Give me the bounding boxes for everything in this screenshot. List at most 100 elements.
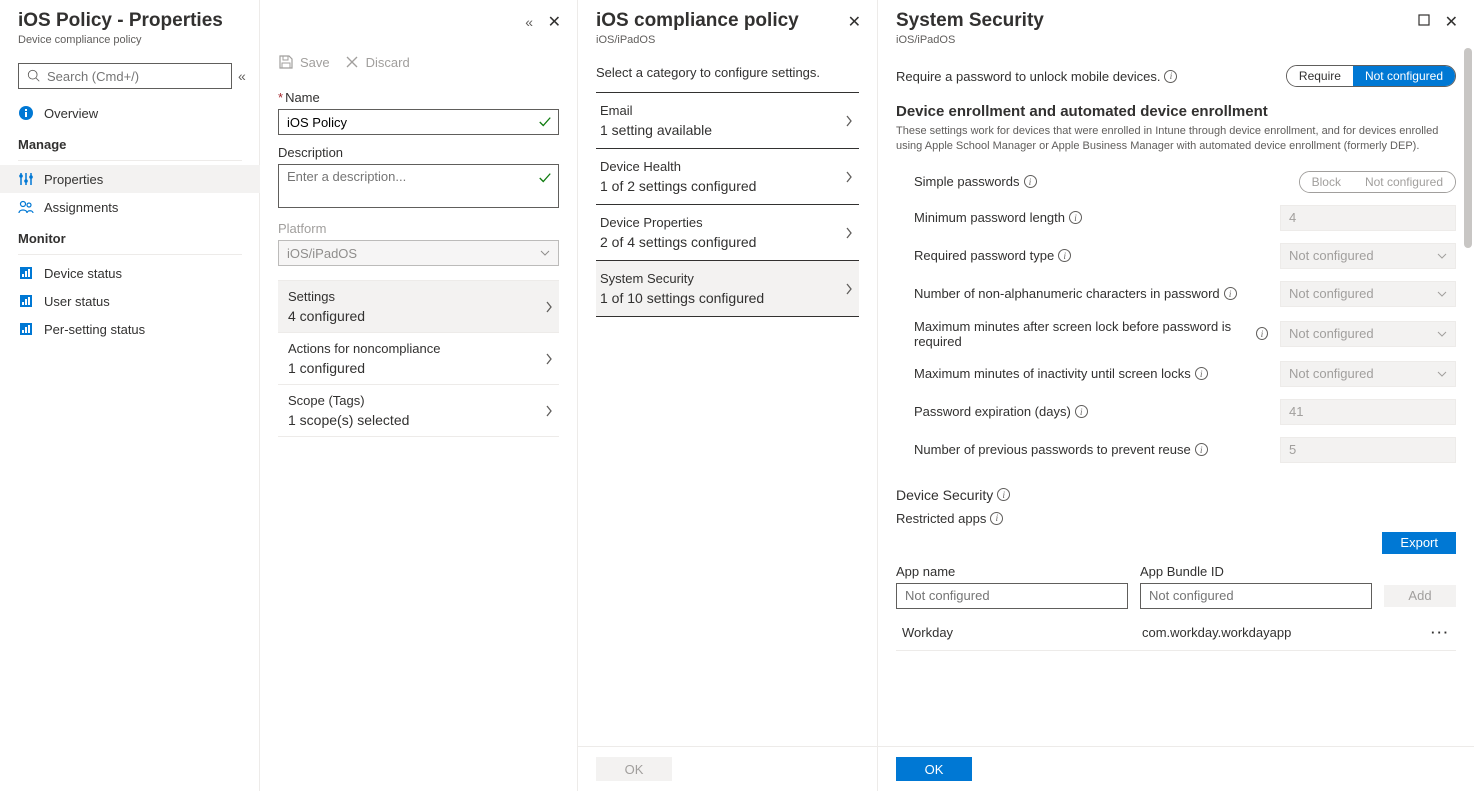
blade3-title: iOS compliance policy (596, 10, 859, 32)
require-password-toggle[interactable]: Require Not configured (1286, 65, 1456, 87)
cat-device-properties[interactable]: Device Properties 2 of 4 settings config… (596, 204, 859, 260)
device-security-heading: Device Securityi (896, 487, 1456, 503)
description-label: Description (278, 145, 559, 160)
cat-health-sub: 1 of 2 settings configured (600, 178, 849, 194)
info-icon[interactable]: i (1195, 367, 1208, 380)
nonalpha-label: Number of non-alphanumeric characters in… (914, 286, 1268, 301)
category-help: Select a category to configure settings. (596, 65, 859, 80)
cat-system-security[interactable]: System Security 1 of 10 settings configu… (596, 260, 859, 317)
platform-select: iOS/iPadOS (278, 240, 559, 266)
nav-section-monitor: Monitor (0, 221, 260, 252)
min-length-label: Minimum password lengthi (914, 210, 1268, 225)
toggle-not-configured[interactable]: Not configured (1353, 66, 1455, 86)
app-row-name: Workday (902, 625, 1142, 640)
prev-pw-label: Number of previous passwords to prevent … (914, 442, 1268, 457)
min-length-value: 4 (1280, 205, 1456, 231)
app-name-input[interactable] (896, 583, 1128, 609)
prev-pw-value: 5 (1280, 437, 1456, 463)
chevron-down-icon (1437, 371, 1447, 377)
add-button[interactable]: Add (1384, 585, 1456, 607)
people-icon (18, 199, 34, 215)
actions-row-sub: 1 configured (288, 360, 549, 376)
export-button[interactable]: Export (1382, 532, 1456, 554)
nav-user-status[interactable]: User status (0, 287, 260, 315)
close-icon[interactable]: ✕ (548, 12, 561, 32)
platform-label: Platform (278, 221, 559, 236)
sliders-icon (18, 171, 34, 187)
search-input[interactable] (18, 63, 232, 89)
cat-props-title: Device Properties (600, 215, 849, 230)
ok-button[interactable]: OK (596, 757, 672, 781)
close-icon[interactable]: ✕ (1445, 12, 1458, 32)
more-icon[interactable]: ··· (1431, 625, 1450, 640)
simple-passwords-label: Simple passwordsi (914, 174, 1287, 189)
blade-collapse-icon[interactable]: « (525, 14, 533, 30)
chevron-right-icon (545, 405, 553, 417)
nav-assignments[interactable]: Assignments (0, 193, 260, 221)
toggle-require[interactable]: Require (1287, 66, 1353, 86)
info-icon[interactable]: i (1058, 249, 1071, 262)
name-input[interactable] (278, 109, 559, 135)
nav-device-status[interactable]: Device status (0, 259, 260, 287)
require-password-label: Require a password to unlock mobile devi… (896, 69, 1274, 84)
nav-device-status-label: Device status (44, 266, 122, 281)
blade3-subtitle: iOS/iPadOS (596, 34, 859, 46)
max-after-lock-select: Not configured (1280, 321, 1456, 347)
nav-assignments-label: Assignments (44, 200, 118, 215)
info-icon[interactable]: i (1195, 443, 1208, 456)
scrollbar[interactable] (1464, 48, 1472, 248)
pw-expiration-value: 41 (1280, 399, 1456, 425)
nav-overview-label: Overview (44, 106, 98, 121)
simple-passwords-toggle: Block Not configured (1299, 171, 1456, 193)
save-button[interactable]: Save (278, 54, 330, 70)
actions-row[interactable]: Actions for noncompliance 1 configured (278, 332, 559, 384)
info-icon[interactable]: i (1024, 175, 1037, 188)
settings-row-sub: 4 configured (288, 308, 549, 324)
info-icon[interactable]: i (1224, 287, 1237, 300)
max-inactive-label: Maximum minutes of inactivity until scre… (914, 366, 1268, 381)
cat-device-health[interactable]: Device Health 1 of 2 settings configured (596, 148, 859, 204)
divider (18, 160, 242, 161)
chevron-right-icon (845, 171, 853, 183)
info-icon[interactable]: i (1069, 211, 1082, 224)
scope-row[interactable]: Scope (Tags) 1 scope(s) selected (278, 384, 559, 437)
nav-per-setting-status[interactable]: Per-setting status (0, 315, 260, 343)
info-icon[interactable]: i (1075, 405, 1088, 418)
required-type-select: Not configured (1280, 243, 1456, 269)
bundle-id-input[interactable] (1140, 583, 1372, 609)
discard-icon (344, 54, 360, 70)
name-label: Name (278, 90, 559, 105)
scope-row-sub: 1 scope(s) selected (288, 412, 549, 428)
toggle-not-configured: Not configured (1353, 172, 1455, 192)
chevron-right-icon (845, 115, 853, 127)
max-inactive-select: Not configured (1280, 361, 1456, 387)
info-icon[interactable]: i (990, 512, 1003, 525)
settings-row[interactable]: Settings 4 configured (278, 280, 559, 332)
info-icon[interactable]: i (1164, 70, 1177, 83)
info-icon[interactable]: i (1256, 327, 1268, 340)
discard-label: Discard (366, 55, 410, 70)
nav-collapse-toggle[interactable]: « (238, 68, 246, 84)
nav-properties[interactable]: Properties (0, 165, 260, 193)
ok-button[interactable]: OK (896, 757, 972, 781)
close-icon[interactable]: ✕ (848, 12, 861, 32)
save-label: Save (300, 55, 330, 70)
nav-per-setting-label: Per-setting status (44, 322, 145, 337)
blade4-title: System Security (896, 10, 1456, 32)
info-icon (18, 105, 34, 121)
app-name-header: App name (896, 564, 1128, 579)
info-icon[interactable]: i (997, 488, 1010, 501)
cat-sec-title: System Security (600, 271, 849, 286)
toggle-block: Block (1300, 172, 1353, 192)
blade1-title: iOS Policy - Properties (18, 10, 241, 32)
report-icon (18, 321, 34, 337)
cat-health-title: Device Health (600, 159, 849, 174)
description-input[interactable] (278, 164, 559, 208)
maximize-icon[interactable] (1418, 14, 1430, 29)
discard-button[interactable]: Discard (344, 54, 410, 70)
chevron-right-icon (545, 353, 553, 365)
nav-overview[interactable]: Overview (0, 99, 260, 127)
restricted-apps-heading: Restricted appsi (896, 511, 1456, 526)
enrollment-desc: These settings work for devices that wer… (896, 124, 1456, 155)
cat-email[interactable]: Email 1 setting available (596, 92, 859, 148)
